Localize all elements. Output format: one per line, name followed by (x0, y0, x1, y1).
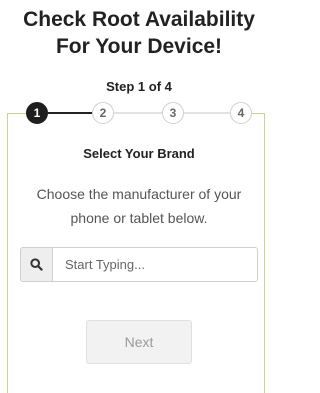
stepper-connector-1-2 (48, 112, 92, 114)
brand-search-group (20, 247, 258, 282)
step-1-indicator: 1 (26, 102, 48, 124)
brand-section-heading: Select Your Brand (83, 146, 195, 161)
next-button[interactable]: Next (86, 320, 192, 364)
step-2-indicator: 2 (92, 102, 114, 124)
brand-search-input[interactable] (53, 248, 257, 281)
page-title-line-2: For Your Device! (55, 35, 223, 58)
page-title: Check Root Availability For Your Device! (0, 6, 278, 60)
search-icon (21, 248, 53, 281)
stepper-connector-3-4 (184, 112, 230, 114)
step-4-indicator: 4 (230, 102, 252, 124)
page-title-line-1: Check Root Availability (23, 8, 255, 31)
step-3-indicator: 3 (162, 102, 184, 124)
brand-instructions: Choose the manufacturer of your phone or… (36, 186, 242, 226)
stepper-connector-2-3 (114, 112, 162, 114)
step-indicator-label: Step 1 of 4 (106, 79, 172, 94)
